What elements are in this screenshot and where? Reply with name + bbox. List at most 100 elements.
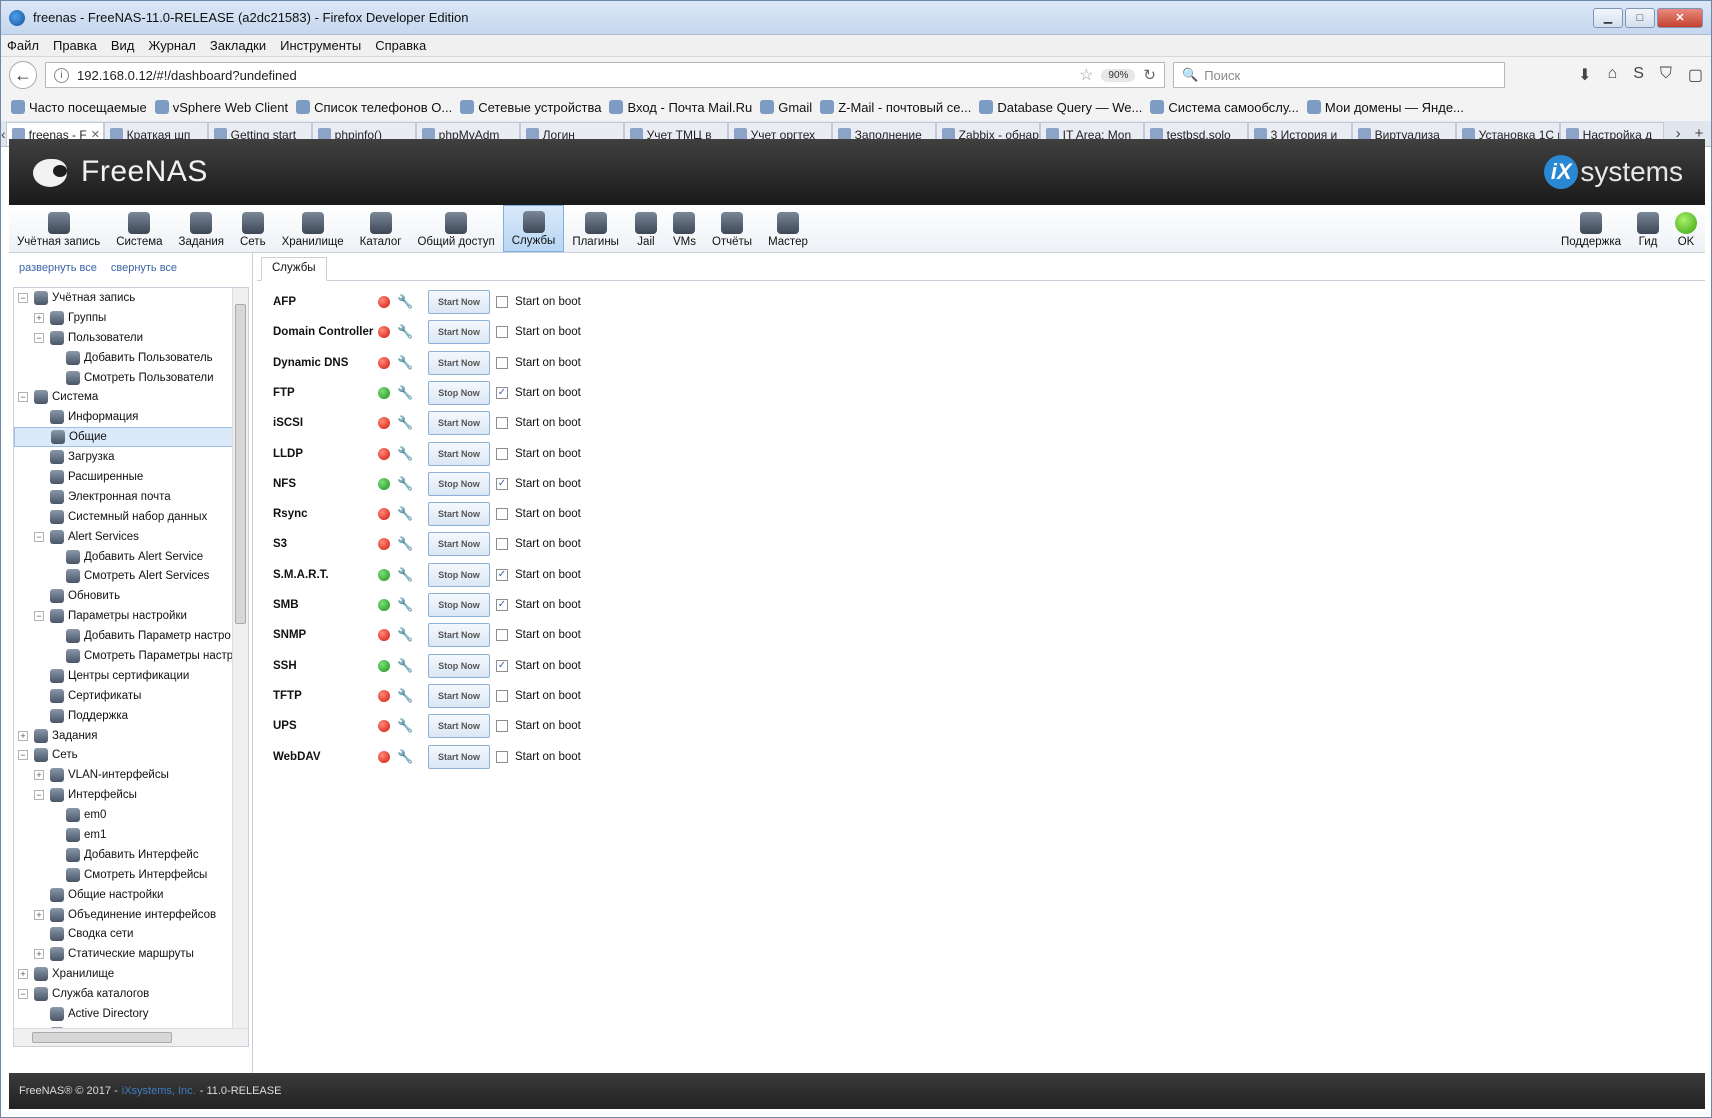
bookmark-item[interactable]: Database Query — We... xyxy=(979,100,1142,115)
bookmark-label[interactable]: Система самообслу... xyxy=(1168,100,1299,115)
bookmark-label[interactable]: Сетевые устройства xyxy=(478,100,601,115)
tab-services[interactable]: Службы xyxy=(261,257,327,281)
tree-node[interactable]: − Служба каталогов xyxy=(14,984,248,1004)
tree-node[interactable]: + Статические маршруты xyxy=(14,944,248,964)
toolbar-sharing[interactable]: Общий доступ xyxy=(409,205,502,252)
tree-node-label[interactable]: Сертификаты xyxy=(68,690,141,702)
bookmark-item[interactable]: Система самообслу... xyxy=(1150,100,1299,115)
close-window-button[interactable]: ✕ xyxy=(1657,7,1703,28)
tree-vertical-scrollbar[interactable] xyxy=(232,288,248,1028)
tree-node-label[interactable]: Active Directory xyxy=(68,1008,149,1020)
toolbar-account[interactable]: Учётная запись xyxy=(9,205,108,252)
start-on-boot-checkbox[interactable] xyxy=(496,296,508,308)
tree-node-label[interactable]: Информация xyxy=(68,411,138,423)
tree-node[interactable]: + Группы xyxy=(14,308,248,328)
menu-item-1[interactable]: Правка xyxy=(53,38,97,53)
search-input[interactable]: 🔍 Поиск xyxy=(1173,62,1505,88)
tree-node-label[interactable]: Смотреть Интерфейсы xyxy=(84,869,207,881)
bookmark-item[interactable]: Список телефонов О... xyxy=(296,100,452,115)
toolbar-network[interactable]: Сеть xyxy=(232,205,274,252)
wrench-icon[interactable]: 🔧 xyxy=(397,355,413,371)
extension-icon[interactable]: S xyxy=(1633,65,1644,85)
pocket-icon[interactable]: ▢ xyxy=(1688,65,1703,85)
tree-node-label[interactable]: Общие настройки xyxy=(68,889,163,901)
tree-toggle-icon[interactable]: − xyxy=(34,790,44,801)
stop-now-button[interactable]: Stop Now xyxy=(428,593,490,617)
bookmark-item[interactable]: Мои домены — Янде... xyxy=(1306,100,1464,115)
start-now-button[interactable]: Start Now xyxy=(428,502,490,527)
menu-item-3[interactable]: Журнал xyxy=(148,38,195,53)
tree-node-label[interactable]: Добавить Параметр настро xyxy=(84,630,231,642)
tree-node-label[interactable]: Задания xyxy=(52,730,97,742)
tree-node-label[interactable]: Объединение интерфейсов xyxy=(68,909,216,921)
tree-node-label[interactable]: Поддержка xyxy=(68,710,128,722)
tree-toggle-icon[interactable]: + xyxy=(34,312,44,323)
menu-item-6[interactable]: Справка xyxy=(375,38,426,53)
start-now-button[interactable]: Start Now xyxy=(428,320,490,345)
start-on-boot-checkbox[interactable]: ✓ xyxy=(496,477,508,490)
minimize-button[interactable]: ▁ xyxy=(1593,7,1623,28)
maximize-button[interactable]: □ xyxy=(1625,7,1655,28)
toolbar-support[interactable]: Поддержка xyxy=(1553,205,1629,252)
toolbar-vms[interactable]: VMs xyxy=(665,205,704,252)
start-now-button[interactable]: Start Now xyxy=(428,441,490,466)
tree-node[interactable]: − Система xyxy=(14,387,248,407)
bookmark-item[interactable]: Gmail xyxy=(760,100,812,115)
start-now-button[interactable]: Start Now xyxy=(428,411,490,436)
toolbar-wizard[interactable]: Мастер xyxy=(760,205,816,252)
tree-node-label[interactable]: Система xyxy=(52,391,98,403)
wrench-icon[interactable]: 🔧 xyxy=(397,749,413,765)
toolbar-services[interactable]: Службы xyxy=(502,205,565,252)
bookmark-label[interactable]: Gmail xyxy=(778,100,812,115)
start-now-button[interactable]: Start Now xyxy=(428,350,490,375)
wrench-icon[interactable]: 🔧 xyxy=(397,597,413,613)
bookmark-item[interactable]: Z-Mail - почтовый се... xyxy=(820,100,971,115)
tree-toggle-icon[interactable]: − xyxy=(18,750,28,761)
tree-node[interactable]: Информация xyxy=(14,407,248,427)
tree-node-label[interactable]: Смотреть Alert Services xyxy=(84,570,209,582)
tree-node[interactable]: − Параметры настройки xyxy=(14,606,248,626)
tree-node[interactable]: Электронная почта xyxy=(14,487,248,507)
toolbar-reports[interactable]: Отчёты xyxy=(704,205,760,252)
bookmark-label[interactable]: Мои домены — Янде... xyxy=(1325,100,1464,115)
start-on-boot-checkbox[interactable]: ✓ xyxy=(496,386,508,399)
tree-node-label[interactable]: Сводка сети xyxy=(68,928,133,940)
wrench-icon[interactable]: 🔧 xyxy=(397,446,413,462)
toolbar-directory[interactable]: Каталог xyxy=(352,205,410,252)
wrench-icon[interactable]: 🔧 xyxy=(397,658,413,674)
tree-node-label[interactable]: Добавить Пользователь xyxy=(84,352,213,364)
bookmark-label[interactable]: Вход - Почта Mail.Ru xyxy=(627,100,752,115)
back-arrow-icon[interactable]: ← xyxy=(9,61,37,89)
tree-node[interactable]: + VLAN-интерфейсы xyxy=(14,765,248,785)
tree-node-label[interactable]: VLAN-интерфейсы xyxy=(68,769,169,781)
tree-node[interactable]: Сертификаты xyxy=(14,686,248,706)
start-on-boot-checkbox[interactable]: ✓ xyxy=(496,659,508,672)
start-now-button[interactable]: Start Now xyxy=(428,290,490,314)
tree-node[interactable]: Системный набор данных xyxy=(14,507,248,527)
tree-node-label[interactable]: Центры сертификации xyxy=(68,670,189,682)
tree-node[interactable]: Расширенные xyxy=(14,467,248,487)
tree-node[interactable]: Смотреть Параметры настр xyxy=(14,646,248,666)
tree-horizontal-scrollbar[interactable] xyxy=(14,1028,248,1046)
tree-toggle-icon[interactable]: − xyxy=(18,989,28,1000)
start-on-boot-checkbox[interactable]: ✓ xyxy=(496,568,508,581)
tree-node-label[interactable]: Хранилище xyxy=(52,968,114,980)
tree-node-label[interactable]: Загрузка xyxy=(68,451,115,463)
url-text[interactable]: 192.168.0.12/#!/dashboard?undefined xyxy=(77,68,1071,83)
start-on-boot-checkbox[interactable] xyxy=(496,750,508,763)
tree-node[interactable]: − Интерфейсы xyxy=(14,785,248,805)
start-on-boot-checkbox[interactable] xyxy=(496,417,508,430)
wrench-icon[interactable]: 🔧 xyxy=(397,688,413,704)
tree-toggle-icon[interactable]: − xyxy=(18,292,28,303)
tree-node-label[interactable]: Служба каталогов xyxy=(52,988,149,1000)
tree-node-label[interactable]: Пользователи xyxy=(68,332,143,344)
home-icon[interactable]: ⌂ xyxy=(1608,65,1618,85)
toolbar-system[interactable]: Система xyxy=(108,205,170,252)
tree-node-label[interactable]: em1 xyxy=(84,829,106,841)
stop-now-button[interactable]: Stop Now xyxy=(428,471,490,496)
bookmark-label[interactable]: Database Query — We... xyxy=(997,100,1142,115)
start-on-boot-checkbox[interactable] xyxy=(496,538,508,551)
tree-node[interactable]: em1 xyxy=(14,825,248,845)
menu-item-0[interactable]: Файл xyxy=(7,38,39,53)
menu-item-4[interactable]: Закладки xyxy=(210,38,266,53)
